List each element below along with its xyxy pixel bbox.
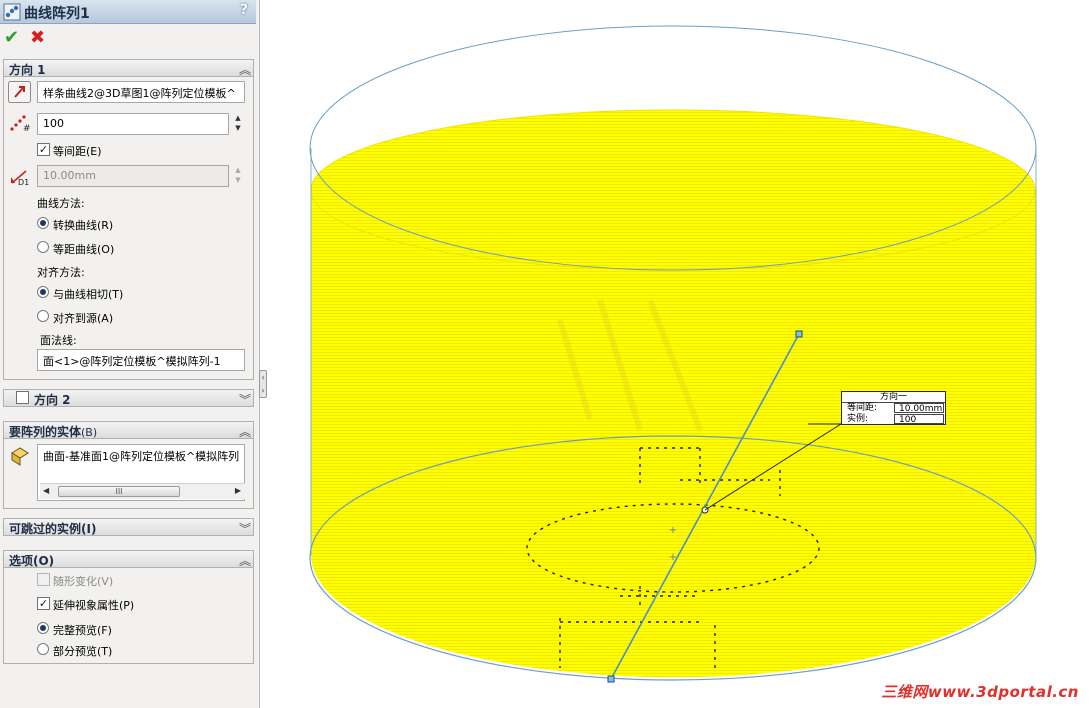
expand-icon[interactable]: ︾ (239, 391, 251, 408)
align-method-label: 对齐方法: (37, 266, 85, 279)
direction2-group-header[interactable]: 方向 2 ︾ (3, 389, 254, 407)
scroll-left-icon[interactable]: ◀ (43, 486, 49, 495)
callout-title: 方向一 (842, 392, 945, 403)
cylinder-top-surface (310, 109, 1036, 271)
curve-method-transform-radio[interactable] (37, 217, 49, 229)
spacing-input[interactable]: 10.00mm (37, 165, 229, 187)
direction2-checkbox[interactable] (16, 391, 29, 404)
property-manager: 曲线阵列1 ? ✔ ✖ 方向 1 ︽ 样条曲线2@3D草图1@阵列定位模板^ #… (0, 0, 260, 708)
scroll-thumb[interactable]: III (58, 486, 180, 497)
site-watermark: 三维网www.3dportal.cn (881, 683, 1079, 701)
options-title: 选项(O) (9, 554, 55, 568)
cancel-button[interactable]: ✖ (30, 27, 45, 48)
bodies-icon (11, 447, 29, 466)
equal-spacing-label: 等间距(E) (53, 145, 102, 158)
instances-spinner[interactable]: ▲ ▼ (232, 113, 244, 135)
reverse-direction-icon[interactable] (8, 81, 32, 103)
feature-title: 曲线阵列1 (24, 6, 90, 22)
spacing-icon: D1 (11, 170, 29, 187)
callout-instances-value[interactable]: 100 (894, 413, 944, 425)
callout-row-instances[interactable]: 实例: 100 (842, 413, 945, 425)
dimension-callout[interactable]: 方向一 等间距: 10.00mm 实例: 100 (841, 391, 946, 425)
partial-preview-label: 部分预览(T) (53, 645, 113, 658)
curve-endpoint-handle-top (795, 330, 803, 338)
svg-text:#: # (23, 124, 31, 134)
vary-sketch-checkbox[interactable] (37, 573, 50, 586)
panel-splitter-handle[interactable]: ‹ › (259, 370, 267, 398)
ok-button[interactable]: ✔ (4, 27, 19, 48)
bodies-title: 要阵列的实体(B) (9, 425, 98, 439)
partial-preview-radio[interactable] (37, 643, 49, 655)
curve-method-offset-radio[interactable] (37, 241, 49, 253)
full-preview-radio[interactable] (37, 622, 49, 634)
instances-input[interactable]: 100 (37, 113, 229, 135)
skip-instances-group-header[interactable]: 可跳过的实例(I) ︾ (3, 518, 254, 536)
equal-spacing-checkbox[interactable]: ✓ (37, 143, 50, 156)
direction1-title: 方向 1 (9, 63, 46, 77)
collapse-icon[interactable]: ︽ (239, 423, 251, 440)
curve-endpoint-handle-bottom (607, 675, 615, 683)
curve-method-offset-label: 等距曲线(O) (53, 243, 115, 256)
face-normal-label: 面法线: (40, 334, 77, 347)
align-source-label: 对齐到源(A) (53, 312, 114, 325)
instance-count-icon: # (10, 115, 31, 134)
full-preview-label: 完整预览(F) (53, 624, 112, 637)
property-manager-title-bar: 曲线阵列1 ? (0, 0, 256, 24)
align-tangent-radio[interactable] (37, 286, 49, 298)
direction1-group-header[interactable]: 方向 1 ︽ (3, 59, 254, 77)
curve-method-transform-label: 转换曲线(R) (53, 219, 114, 232)
align-source-radio[interactable] (37, 310, 49, 322)
collapse-icon[interactable]: ︽ (239, 552, 251, 569)
svg-text:D1: D1 (18, 178, 29, 187)
curve-pattern-icon (3, 3, 21, 21)
face-normal-field[interactable]: 面<1>@阵列定位模板^模拟阵列-1 (37, 349, 245, 371)
spacing-spinner[interactable]: ▲ ▼ (232, 165, 244, 187)
callout-row-spacing[interactable]: 等间距: 10.00mm (842, 403, 945, 414)
bodies-group-header[interactable]: 要阵列的实体(B) ︽ (3, 421, 254, 439)
callout-spacing-key: 等间距: (847, 403, 878, 413)
collapse-icon[interactable]: ︽ (239, 61, 251, 78)
callout-spacing-value[interactable]: 10.00mm (894, 403, 944, 414)
help-button[interactable]: ? (240, 2, 248, 18)
scroll-right-icon[interactable]: ▶ (235, 486, 241, 495)
bodies-horizontal-scrollbar[interactable]: ◀ III ▶ (40, 483, 245, 499)
direction2-title: 方向 2 (34, 393, 71, 407)
origin-marker: + (669, 525, 677, 536)
options-group-header[interactable]: 选项(O) ︽ (3, 550, 254, 568)
callout-instances-key: 实例: (847, 413, 869, 424)
curve-method-label: 曲线方法: (37, 197, 85, 210)
skip-instances-title: 可跳过的实例(I) (9, 522, 97, 536)
propagate-visual-checkbox[interactable]: ✓ (37, 597, 50, 610)
vary-sketch-label: 随形变化(V) (53, 575, 114, 588)
bodies-list-item[interactable]: 曲面-基准面1@阵列定位模板^模拟阵列 (43, 450, 239, 463)
align-tangent-label: 与曲线相切(T) (53, 288, 124, 301)
graphics-viewport[interactable]: + + (268, 0, 1089, 708)
propagate-visual-label: 延伸视象属性(P) (53, 599, 135, 612)
expand-icon[interactable]: ︾ (239, 520, 251, 537)
direction-reference-field[interactable]: 样条曲线2@3D草图1@阵列定位模板^ (37, 81, 245, 103)
